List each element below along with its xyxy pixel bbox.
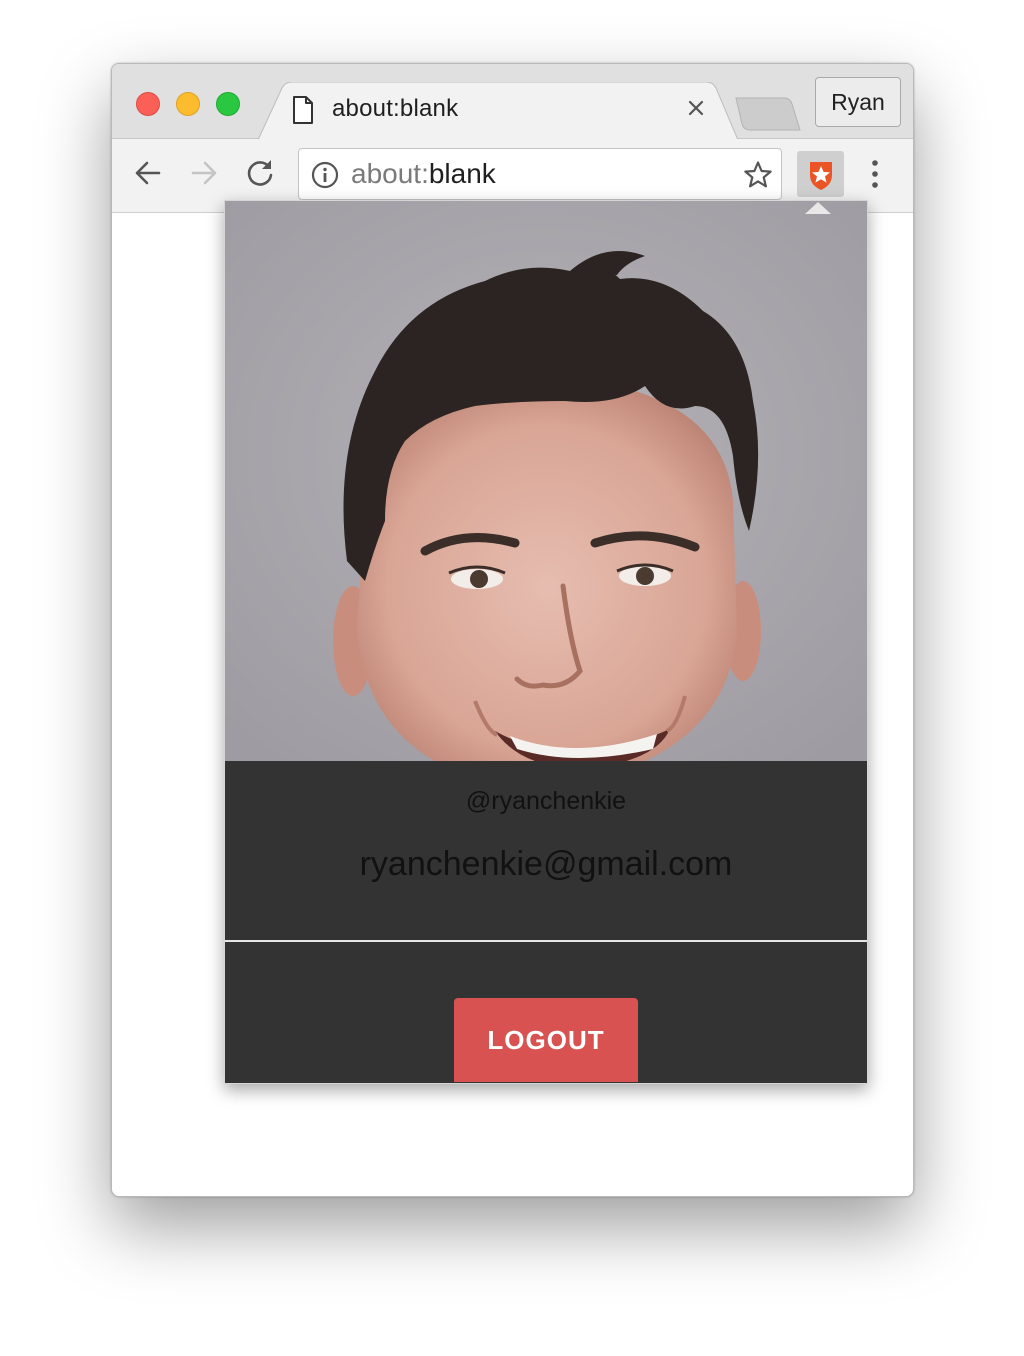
close-window-button[interactable] (136, 92, 160, 116)
reload-icon[interactable] (244, 157, 276, 189)
address-bar[interactable]: about:blank (298, 148, 782, 200)
title-bar: about:blank Ryan (112, 64, 913, 140)
minimize-window-button[interactable] (176, 92, 200, 116)
profile-avatar (225, 201, 867, 761)
info-icon[interactable] (311, 161, 339, 189)
maximize-window-button[interactable] (216, 92, 240, 116)
divider (225, 940, 867, 942)
star-icon[interactable] (743, 160, 773, 190)
profile-button[interactable]: Ryan (815, 77, 901, 127)
popup-arrow (805, 202, 831, 214)
auth0-extension-icon (810, 162, 832, 190)
tab-title: about:blank (332, 95, 459, 122)
new-tab-button[interactable] (734, 96, 802, 132)
auth0-extension-button[interactable] (797, 151, 844, 197)
menu-dots-icon[interactable] (870, 159, 880, 189)
forward-arrow-icon[interactable] (188, 157, 220, 189)
active-tab[interactable]: about:blank (258, 82, 738, 140)
back-arrow-icon[interactable] (132, 157, 164, 189)
logout-button[interactable]: LOGOUT (454, 998, 638, 1082)
url-text[interactable]: about:blank (351, 158, 496, 190)
extension-popup: @ryanchenkie ryanchenkie@gmail.com LOGOU… (224, 200, 868, 1084)
page-icon (293, 96, 313, 124)
close-icon[interactable] (687, 99, 705, 117)
user-email: ryanchenkie@gmail.com (359, 845, 733, 883)
username: @ryanchenkie (465, 787, 627, 815)
